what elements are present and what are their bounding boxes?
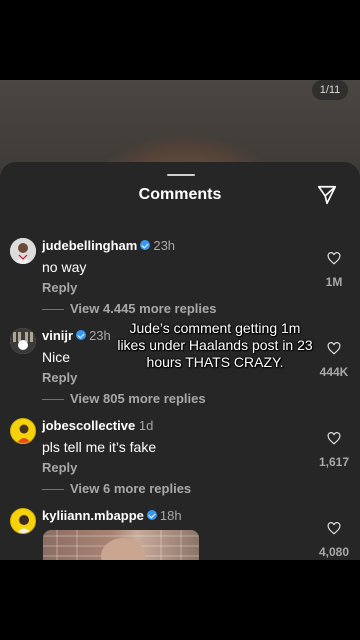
comment-time: 1d [138,418,154,433]
carousel-counter: 1/11 [312,80,348,100]
verified-badge-icon [146,510,157,520]
comment-username[interactable]: vinijr [42,328,73,343]
view-replies-button[interactable]: View 805 more replies [42,391,206,406]
video-caption-overlay: Jude’s comment getting 1m likes under Ha… [117,320,313,370]
comment-time: 18h [159,508,182,523]
comment-time: 23h [153,238,176,253]
verified-badge-icon [76,330,87,340]
comment-username[interactable]: judebellingham [42,238,137,253]
like-count: 444K [319,365,349,379]
comment-image-preview[interactable] [43,530,199,560]
comment-text: pls tell me it’s fake [42,439,157,455]
avatar[interactable] [10,418,36,444]
heart-icon[interactable] [327,432,341,445]
avatar[interactable] [10,328,36,354]
comment-username[interactable]: jobescollective [42,418,135,433]
reply-button[interactable]: Reply [42,460,77,475]
like-group: 4,080 [314,522,354,559]
like-count: 4,080 [318,545,350,559]
reply-button[interactable]: Reply [42,370,77,385]
sheet-title: Comments [138,186,222,203]
comment-username[interactable]: kyliiann.mbappe [42,508,144,523]
like-group: 444K [314,342,354,379]
heart-icon[interactable] [327,252,341,265]
comment-text: no way [42,259,87,275]
like-group: 1,617 [314,432,354,469]
send-icon[interactable] [316,184,338,206]
avatar[interactable] [10,238,36,264]
sheet-drag-handle[interactable] [167,174,195,176]
comment-text: Nice [42,349,71,365]
like-count: 1,617 [318,455,350,469]
view-replies-button[interactable]: View 6 more replies [41,481,191,496]
verified-badge-icon [140,240,151,250]
reply-button[interactable]: Reply [42,280,77,295]
heart-icon[interactable] [327,522,341,535]
like-count: 1M [325,275,343,289]
like-group: 1M [314,252,354,289]
heart-icon[interactable] [327,342,341,355]
comment-time: 23h [89,328,111,343]
avatar[interactable] [10,508,36,534]
view-replies-button[interactable]: View 4.445 more replies [41,301,216,316]
